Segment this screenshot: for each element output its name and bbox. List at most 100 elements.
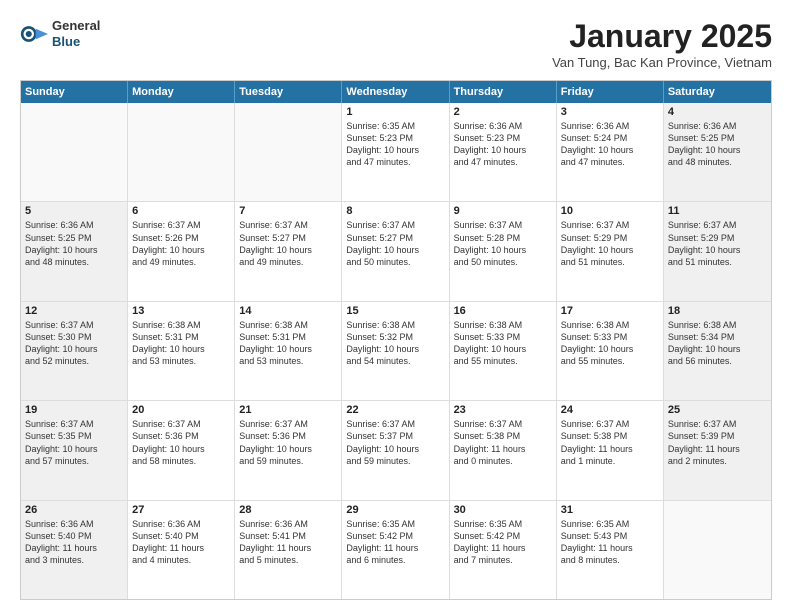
- cell-info: Sunrise: 6:37 AM Sunset: 5:30 PM Dayligh…: [25, 319, 123, 368]
- cell-info: Sunrise: 6:36 AM Sunset: 5:40 PM Dayligh…: [25, 518, 123, 567]
- cell-info: Sunrise: 6:38 AM Sunset: 5:31 PM Dayligh…: [132, 319, 230, 368]
- cal-cell: 27Sunrise: 6:36 AM Sunset: 5:40 PM Dayli…: [128, 501, 235, 599]
- day-number: 27: [132, 504, 230, 516]
- calendar-body: 1Sunrise: 6:35 AM Sunset: 5:23 PM Daylig…: [21, 103, 771, 599]
- day-header-saturday: Saturday: [664, 81, 771, 103]
- cal-cell: 15 Sunrise: 6:38 AM Sunset: 5:32 PM Dayli…: [342, 302, 449, 400]
- cell-info: Sunrise: 6:35 AM Sunset: 5:42 PM Dayligh…: [454, 518, 552, 567]
- cell-info: Sunrise: 6:36 AM Sunset: 5:41 PM Dayligh…: [239, 518, 337, 567]
- day-number: 23: [454, 404, 552, 416]
- day-number: 5: [25, 205, 123, 217]
- logo-icon: [20, 20, 48, 48]
- cell-info: Sunrise: 6:37 AM Sunset: 5:27 PM Dayligh…: [239, 219, 337, 268]
- day-number: 28: [239, 504, 337, 516]
- day-number: 18: [668, 305, 767, 317]
- cell-info: Sunrise: 6:37 AM Sunset: 5:29 PM Dayligh…: [668, 219, 767, 268]
- cell-info: Sunrise: 6:38 AM Sunset: 5:34 PM Dayligh…: [668, 319, 767, 368]
- day-number: 26: [25, 504, 123, 516]
- logo-blue: Blue: [52, 34, 100, 50]
- cell-info: Sunrise: 6:37 AM Sunset: 5:36 PM Dayligh…: [239, 418, 337, 467]
- cal-cell: [21, 103, 128, 201]
- cal-cell: 13 Sunrise: 6:38 AM Sunset: 5:31 PM Dayli…: [128, 302, 235, 400]
- day-number: 10: [561, 205, 659, 217]
- cell-info: Sunrise: 6:38 AM Sunset: 5:33 PM Dayligh…: [561, 319, 659, 368]
- cell-info: Sunrise: 6:35 AM Sunset: 5:43 PM Dayligh…: [561, 518, 659, 567]
- calendar-week-2: 5 Sunrise: 6:36 AM Sunset: 5:25 PM Daylig…: [21, 202, 771, 301]
- calendar: SundayMondayTuesdayWednesdayThursdayFrid…: [20, 80, 772, 600]
- day-header-tuesday: Tuesday: [235, 81, 342, 103]
- cal-cell: 12 Sunrise: 6:37 AM Sunset: 5:30 PM Dayli…: [21, 302, 128, 400]
- day-number: 22: [346, 404, 444, 416]
- logo: General Blue: [20, 18, 100, 49]
- day-number: 21: [239, 404, 337, 416]
- day-number: 15: [346, 305, 444, 317]
- cell-info: Sunrise: 6:36 AM Sunset: 5:25 PM Dayligh…: [668, 120, 767, 169]
- day-number: 24: [561, 404, 659, 416]
- day-number: 31: [561, 504, 659, 516]
- cell-info: Sunrise: 6:37 AM Sunset: 5:38 PM Dayligh…: [561, 418, 659, 467]
- cal-cell: [664, 501, 771, 599]
- cal-cell: 23 Sunrise: 6:37 AM Sunset: 5:38 PM Dayli…: [450, 401, 557, 499]
- cell-info: Sunrise: 6:37 AM Sunset: 5:39 PM Dayligh…: [668, 418, 767, 467]
- cal-cell: 11 Sunrise: 6:37 AM Sunset: 5:29 PM Dayli…: [664, 202, 771, 300]
- cell-info: Sunrise: 6:37 AM Sunset: 5:38 PM Dayligh…: [454, 418, 552, 467]
- cal-cell: 19 Sunrise: 6:37 AM Sunset: 5:35 PM Dayli…: [21, 401, 128, 499]
- day-number: 2: [454, 106, 552, 118]
- day-number: 6: [132, 205, 230, 217]
- day-number: 1: [346, 106, 444, 118]
- cell-info: Sunrise: 6:38 AM Sunset: 5:33 PM Dayligh…: [454, 319, 552, 368]
- calendar-week-3: 12 Sunrise: 6:37 AM Sunset: 5:30 PM Dayli…: [21, 302, 771, 401]
- day-number: 11: [668, 205, 767, 217]
- logo-general: General: [52, 18, 100, 34]
- day-number: 13: [132, 305, 230, 317]
- calendar-header-row: SundayMondayTuesdayWednesdayThursdayFrid…: [21, 81, 771, 103]
- cal-cell: 28 Sunrise: 6:36 AM Sunset: 5:41 PM Dayli…: [235, 501, 342, 599]
- day-header-sunday: Sunday: [21, 81, 128, 103]
- day-number: 4: [668, 106, 767, 118]
- day-number: 8: [346, 205, 444, 217]
- cal-cell: 2 Sunrise: 6:36 AM Sunset: 5:23 PM Daylig…: [450, 103, 557, 201]
- day-number: 17: [561, 305, 659, 317]
- cell-info: Sunrise: 6:38 AM Sunset: 5:32 PM Dayligh…: [346, 319, 444, 368]
- day-header-wednesday: Wednesday: [342, 81, 449, 103]
- cal-cell: 25Sunrise: 6:37 AM Sunset: 5:39 PM Dayli…: [664, 401, 771, 499]
- cell-info: Sunrise: 6:37 AM Sunset: 5:27 PM Dayligh…: [346, 219, 444, 268]
- day-number: 19: [25, 404, 123, 416]
- cal-cell: 7Sunrise: 6:37 AM Sunset: 5:27 PM Daylig…: [235, 202, 342, 300]
- cell-info: Sunrise: 6:37 AM Sunset: 5:28 PM Dayligh…: [454, 219, 552, 268]
- cal-cell: 16Sunrise: 6:38 AM Sunset: 5:33 PM Dayli…: [450, 302, 557, 400]
- cal-cell: 17 Sunrise: 6:38 AM Sunset: 5:33 PM Dayli…: [557, 302, 664, 400]
- day-header-thursday: Thursday: [450, 81, 557, 103]
- cell-info: Sunrise: 6:37 AM Sunset: 5:26 PM Dayligh…: [132, 219, 230, 268]
- cell-info: Sunrise: 6:36 AM Sunset: 5:24 PM Dayligh…: [561, 120, 659, 169]
- cell-info: Sunrise: 6:37 AM Sunset: 5:29 PM Dayligh…: [561, 219, 659, 268]
- day-number: 14: [239, 305, 337, 317]
- page: General Blue January 2025 Van Tung, Bac …: [0, 0, 792, 612]
- day-number: 30: [454, 504, 552, 516]
- cal-cell: [128, 103, 235, 201]
- cal-cell: 26 Sunrise: 6:36 AM Sunset: 5:40 PM Dayli…: [21, 501, 128, 599]
- day-number: 12: [25, 305, 123, 317]
- calendar-title: January 2025: [552, 18, 772, 55]
- cell-info: Sunrise: 6:36 AM Sunset: 5:23 PM Dayligh…: [454, 120, 552, 169]
- cal-cell: 20 Sunrise: 6:37 AM Sunset: 5:36 PM Dayli…: [128, 401, 235, 499]
- calendar-subtitle: Van Tung, Bac Kan Province, Vietnam: [552, 55, 772, 70]
- title-block: January 2025 Van Tung, Bac Kan Province,…: [552, 18, 772, 70]
- cell-info: Sunrise: 6:36 AM Sunset: 5:25 PM Dayligh…: [25, 219, 123, 268]
- cal-cell: 29Sunrise: 6:35 AM Sunset: 5:42 PM Dayli…: [342, 501, 449, 599]
- cal-cell: 8 Sunrise: 6:37 AM Sunset: 5:27 PM Daylig…: [342, 202, 449, 300]
- cell-info: Sunrise: 6:37 AM Sunset: 5:37 PM Dayligh…: [346, 418, 444, 467]
- day-number: 9: [454, 205, 552, 217]
- cal-cell: 4 Sunrise: 6:36 AM Sunset: 5:25 PM Daylig…: [664, 103, 771, 201]
- day-number: 20: [132, 404, 230, 416]
- cal-cell: [235, 103, 342, 201]
- cell-info: Sunrise: 6:37 AM Sunset: 5:35 PM Dayligh…: [25, 418, 123, 467]
- calendar-week-1: 1Sunrise: 6:35 AM Sunset: 5:23 PM Daylig…: [21, 103, 771, 202]
- cal-cell: 1Sunrise: 6:35 AM Sunset: 5:23 PM Daylig…: [342, 103, 449, 201]
- cal-cell: 9 Sunrise: 6:37 AM Sunset: 5:28 PM Daylig…: [450, 202, 557, 300]
- cal-cell: 10 Sunrise: 6:37 AM Sunset: 5:29 PM Dayli…: [557, 202, 664, 300]
- header: General Blue January 2025 Van Tung, Bac …: [20, 18, 772, 70]
- cell-info: Sunrise: 6:37 AM Sunset: 5:36 PM Dayligh…: [132, 418, 230, 467]
- cal-cell: 21 Sunrise: 6:37 AM Sunset: 5:36 PM Dayli…: [235, 401, 342, 499]
- cal-cell: 24 Sunrise: 6:37 AM Sunset: 5:38 PM Dayli…: [557, 401, 664, 499]
